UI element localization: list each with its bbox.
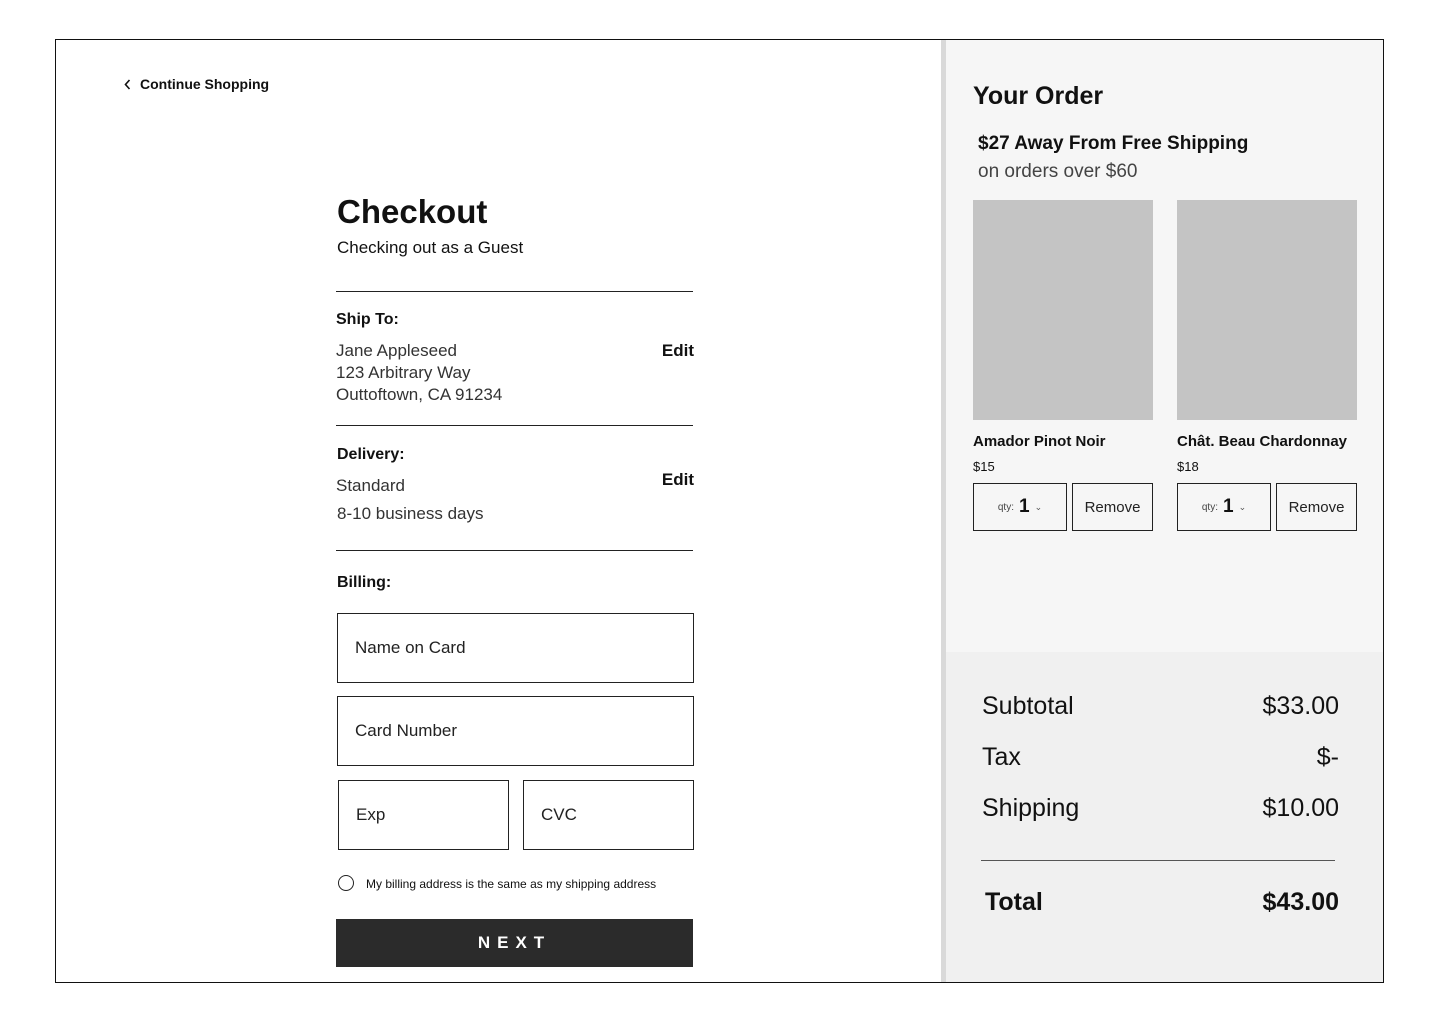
card-number-input[interactable] — [338, 697, 693, 765]
free-shipping-subtext: on orders over $60 — [978, 161, 1138, 182]
billing-heading: Billing: — [337, 574, 392, 591]
ship-to-city: Outtoftown, CA 91234 — [336, 385, 503, 404]
cvc-field — [523, 780, 694, 850]
card-number-field — [337, 696, 694, 766]
order-title: Your Order — [973, 82, 1104, 110]
qty-label: qty: — [997, 501, 1014, 513]
tax-label: Tax — [982, 743, 1021, 771]
order-panel: Your Order $27 Away From Free Shipping o… — [946, 40, 1383, 652]
ship-to-heading: Ship To: — [336, 311, 399, 328]
divider-ship — [336, 291, 693, 292]
total-label: Total — [985, 888, 1043, 916]
order-summary: Subtotal $33.00 Tax $- Shipping $10.00 T… — [946, 652, 1383, 982]
shipping-value: $10.00 — [1262, 794, 1339, 822]
divider-billing — [336, 550, 693, 551]
guest-subtitle: Checking out as a Guest — [337, 238, 524, 257]
product-image — [973, 200, 1153, 420]
cvc-input[interactable] — [524, 781, 693, 849]
product-name: Chât. Beau Chardonnay — [1177, 433, 1348, 450]
name-on-card-input[interactable] — [338, 614, 693, 682]
product-image — [1177, 200, 1357, 420]
tax-value: $- — [1316, 743, 1339, 771]
next-button[interactable]: NEXT — [336, 919, 693, 967]
ship-to-street: 123 Arbitrary Way — [336, 363, 471, 382]
total-value: $43.00 — [1262, 888, 1339, 916]
chevron-left-icon — [124, 78, 131, 90]
divider-delivery — [336, 425, 693, 426]
edit-delivery-button[interactable]: Edit — [662, 470, 694, 490]
same-address-label: My billing address is the same as my shi… — [366, 877, 657, 891]
qty-value: 1 — [1019, 496, 1030, 517]
shipping-label: Shipping — [982, 794, 1080, 822]
quantity-selector[interactable]: qty: 1 ⌄ — [973, 483, 1067, 531]
checkout-page: Continue Shopping Checkout Checking out … — [55, 39, 1384, 983]
remove-item-button[interactable]: Remove — [1276, 483, 1357, 531]
qty-value: 1 — [1223, 496, 1234, 517]
exp-input[interactable] — [339, 781, 508, 849]
same-address-radio[interactable] — [338, 875, 354, 891]
qty-label: qty: — [1201, 501, 1218, 513]
free-shipping-message: $27 Away From Free Shipping — [978, 133, 1249, 154]
quantity-selector[interactable]: qty: 1 ⌄ — [1177, 483, 1271, 531]
chevron-down-icon: ⌄ — [1238, 501, 1247, 512]
page-title: Checkout — [337, 193, 488, 230]
remove-item-button[interactable]: Remove — [1072, 483, 1153, 531]
delivery-eta: 8-10 business days — [337, 504, 484, 523]
chevron-down-icon: ⌄ — [1034, 501, 1043, 512]
summary-divider — [981, 860, 1335, 861]
delivery-heading: Delivery: — [337, 446, 405, 463]
name-on-card-field — [337, 613, 694, 683]
subtotal-label: Subtotal — [982, 692, 1074, 720]
subtotal-value: $33.00 — [1262, 692, 1339, 720]
delivery-method: Standard — [336, 476, 405, 495]
edit-ship-to-button[interactable]: Edit — [662, 341, 694, 361]
ship-to-address: Jane Appleseed 123 Arbitrary Way Outtoft… — [336, 340, 502, 406]
continue-shopping-link[interactable]: Continue Shopping — [124, 76, 269, 92]
product-name: Amador Pinot Noir — [973, 433, 1106, 450]
product-price: $18 — [1177, 459, 1199, 474]
continue-shopping-label: Continue Shopping — [140, 76, 270, 92]
exp-field — [338, 780, 509, 850]
product-price: $15 — [973, 459, 995, 474]
ship-to-name: Jane Appleseed — [336, 341, 457, 360]
